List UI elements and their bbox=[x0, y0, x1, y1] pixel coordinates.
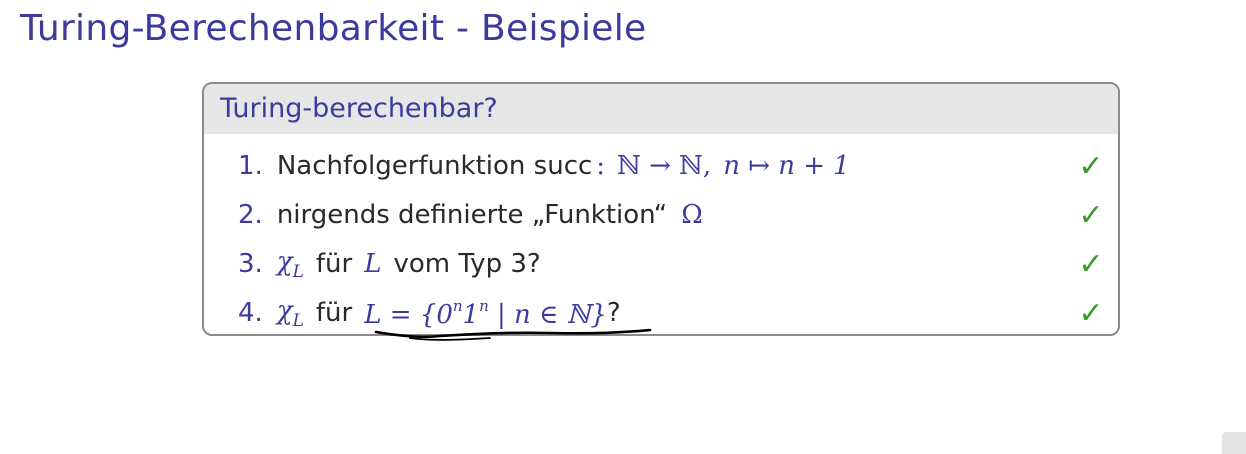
chi-symbol: χ bbox=[276, 246, 293, 277]
slide-corner-icon bbox=[1222, 432, 1246, 454]
slide-title: Turing-Berechenbarkeit - Beispiele bbox=[20, 8, 647, 49]
item-number: 1. bbox=[238, 151, 263, 181]
item-text: Nachfolgerfunktion succ bbox=[276, 151, 593, 181]
turing-block: Turing-berechenbar? 1. Nachfolgerfunktio… bbox=[202, 82, 1120, 336]
item-text: nirgends definierte „Funktion“ bbox=[276, 200, 668, 230]
check-icon: ✓ bbox=[1078, 295, 1104, 331]
check-icon: ✓ bbox=[1078, 246, 1104, 282]
item-math-omega: Ω bbox=[681, 200, 703, 230]
item-var-l: L bbox=[364, 249, 382, 279]
item-number: 4. bbox=[238, 298, 263, 328]
item-colon: : bbox=[596, 151, 606, 181]
check-icon: ✓ bbox=[1078, 148, 1104, 184]
list-item-2: 2. nirgends definierte „Funktion“ Ω bbox=[238, 195, 703, 235]
block-header: Turing-berechenbar? bbox=[204, 84, 1118, 134]
item-math-mapping: n ↦ n + 1 bbox=[723, 151, 850, 181]
item-text-rest: vom Typ 3? bbox=[393, 249, 541, 279]
chi-symbol: χ bbox=[276, 295, 293, 326]
item-math-domain: ℕ → ℕ, bbox=[617, 151, 712, 181]
check-icon: ✓ bbox=[1078, 197, 1104, 233]
set-superscript-1: n bbox=[452, 296, 463, 315]
set-superscript-2: n bbox=[479, 296, 489, 315]
chi-subscript: L bbox=[292, 261, 304, 282]
chi-subscript: L bbox=[292, 310, 304, 331]
item-chi: χL bbox=[277, 296, 304, 331]
list-item-3: 3. χL für L vom Typ 3? bbox=[238, 244, 541, 284]
list-item-1: 1. Nachfolgerfunktion succ : ℕ → ℕ, n ↦ … bbox=[238, 146, 850, 186]
item-chi: χL bbox=[277, 247, 304, 282]
item-number: 3. bbox=[238, 249, 263, 279]
handwritten-underline bbox=[374, 328, 652, 341]
item-text-fuer: für bbox=[315, 298, 353, 328]
item-number: 2. bbox=[238, 200, 263, 230]
item-text-fuer: für bbox=[315, 249, 353, 279]
